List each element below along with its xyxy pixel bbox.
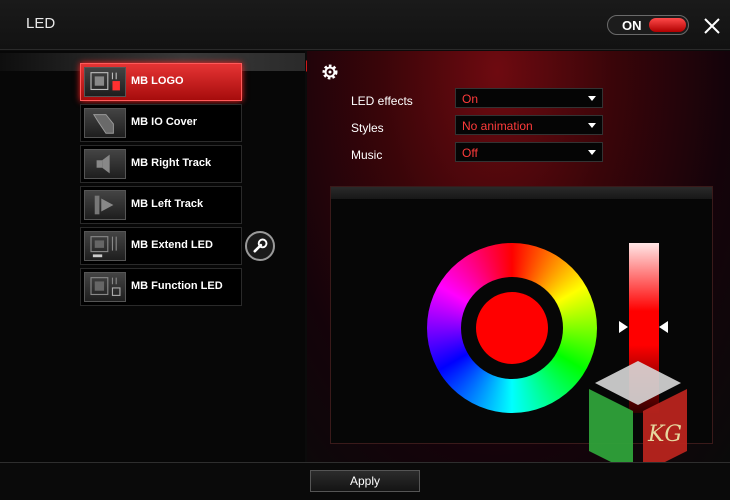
slider-handle-left-icon[interactable]	[619, 321, 628, 333]
device-mb-right-track[interactable]: MB Right Track	[80, 145, 242, 183]
device-label: MB Extend LED	[131, 239, 213, 251]
styles-value: No animation	[462, 119, 533, 133]
wrench-icon[interactable]	[245, 231, 275, 261]
apply-button[interactable]: Apply	[310, 470, 420, 492]
led-power-toggle[interactable]: ON	[607, 15, 689, 35]
device-mb-function-led[interactable]: MB Function LED	[80, 268, 242, 306]
device-label: MB LOGO	[131, 75, 184, 87]
io-cover-icon	[84, 108, 126, 138]
function-led-icon	[84, 272, 126, 302]
toggle-label: ON	[622, 18, 642, 33]
title-bar: LED ON	[0, 0, 730, 50]
led-effects-label: LED effects	[351, 94, 413, 108]
device-label: MB Right Track	[131, 157, 212, 169]
color-wheel-hole	[461, 277, 563, 379]
device-label: MB Function LED	[131, 280, 223, 292]
gear-icon[interactable]	[320, 62, 340, 82]
toggle-knob	[649, 18, 686, 32]
right-track-icon	[84, 149, 126, 179]
extend-led-icon	[84, 231, 126, 261]
styles-label: Styles	[351, 121, 384, 135]
chevron-down-icon	[588, 150, 596, 155]
led-effects-value: On	[462, 92, 479, 106]
chevron-down-icon	[588, 96, 596, 101]
device-label: MB IO Cover	[131, 116, 198, 128]
close-icon[interactable]	[700, 14, 724, 38]
music-select[interactable]: Off	[455, 142, 603, 162]
color-picker-header	[331, 187, 712, 199]
chevron-down-icon	[588, 123, 596, 128]
led-effects-select[interactable]: On	[455, 88, 603, 108]
device-mb-io-cover[interactable]: MB IO Cover	[80, 104, 242, 142]
slider-handle-right-icon[interactable]	[659, 321, 668, 333]
watermark-text: KG	[647, 422, 682, 447]
window-title: LED	[26, 15, 56, 32]
device-mb-left-track[interactable]: MB Left Track	[80, 186, 242, 224]
selected-color-swatch	[476, 292, 548, 364]
device-label: MB Left Track	[131, 198, 204, 210]
music-value: Off	[462, 146, 478, 160]
chip-icon	[84, 67, 126, 97]
device-mb-logo[interactable]: MB LOGO	[80, 63, 242, 101]
styles-select[interactable]: No animation	[455, 115, 603, 135]
device-mb-extend-led[interactable]: MB Extend LED	[80, 227, 242, 265]
music-label: Music	[351, 148, 383, 162]
left-track-icon	[84, 190, 126, 220]
